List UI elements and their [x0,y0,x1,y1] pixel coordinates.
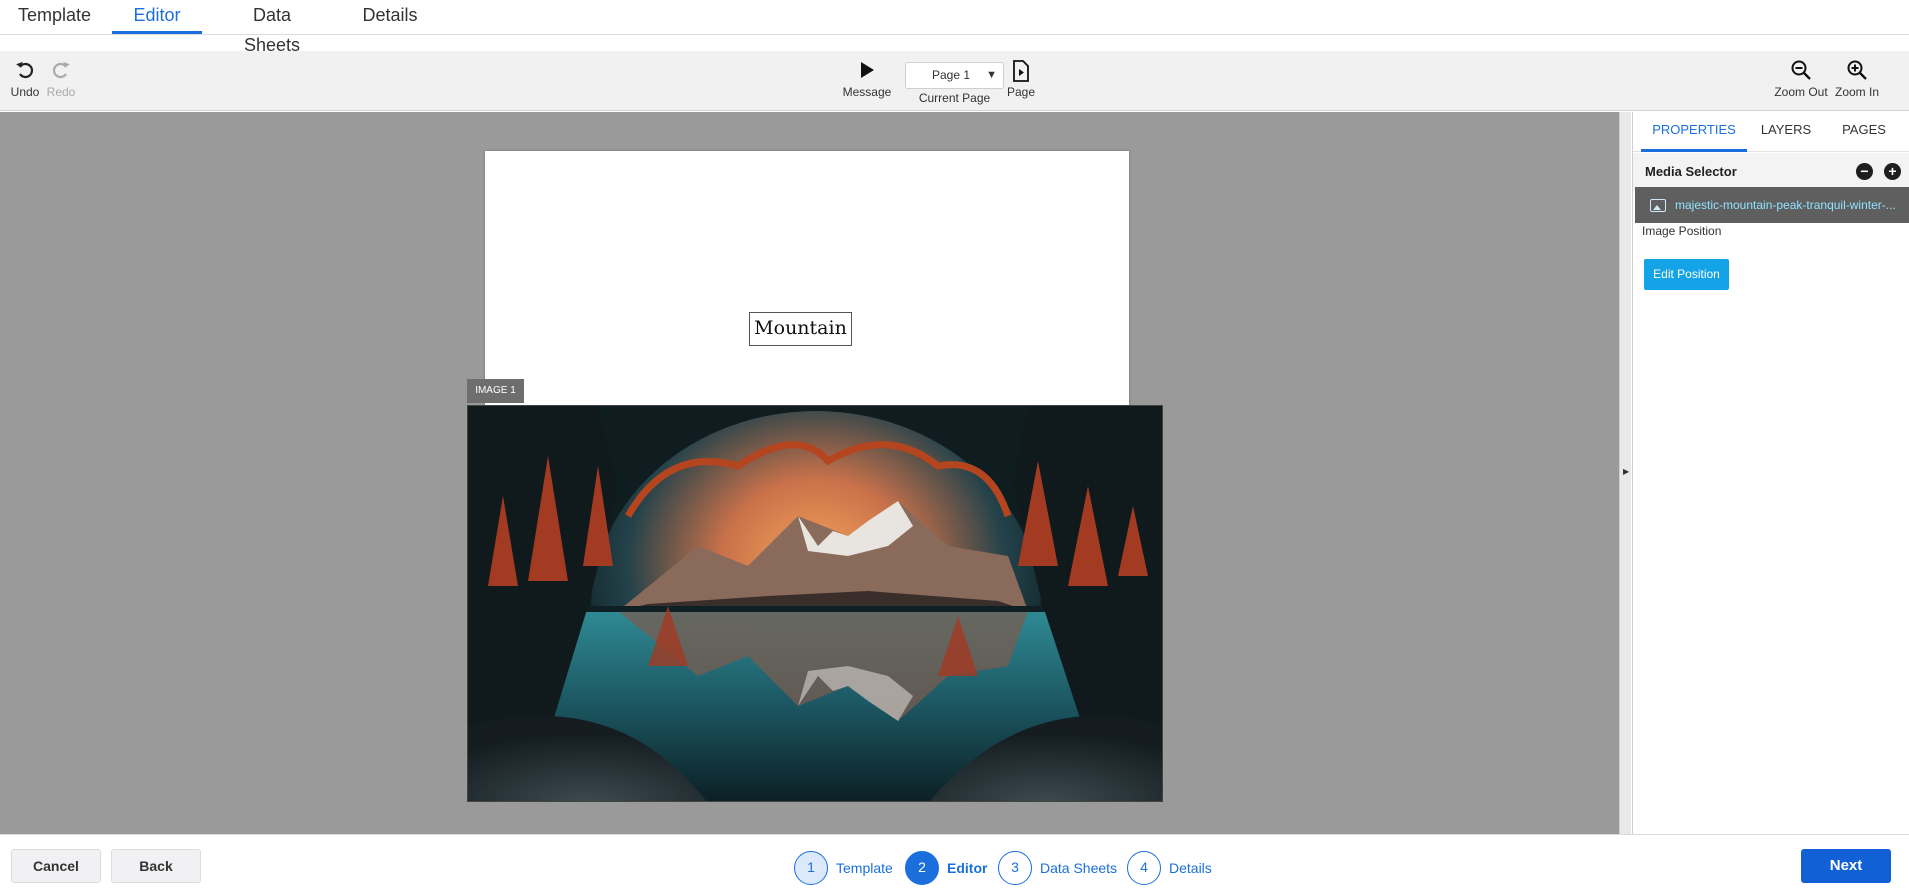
image-layer-tag: IMAGE 1 [467,379,524,403]
redo-button[interactable]: Redo [44,59,78,99]
page-preview-icon [1006,59,1036,85]
page-select-value: Page 1 [932,68,971,82]
step-number: 2 [905,851,939,885]
step-number: 3 [998,851,1032,885]
next-button[interactable]: Next [1801,849,1891,883]
redo-icon [44,59,78,85]
panel-tab-bar: PROPERTIES LAYERS PAGES [1633,112,1909,152]
page-select[interactable]: Page 1 ▼ [905,62,1004,89]
design-canvas[interactable]: Mountain IMAGE 1 [0,112,1619,834]
zoom-out-icon [1772,59,1830,85]
collapse-arrow-icon: ▶ [1623,467,1630,476]
step-label: Editor [947,860,988,876]
tab-editor[interactable]: Editor [112,0,202,34]
step-label: Template [836,860,893,876]
zoom-in-icon [1832,59,1882,85]
tab-data-sheets[interactable]: Data Sheets [224,0,320,55]
page-sheet[interactable]: Mountain [485,151,1129,407]
message-label: Message [842,85,892,99]
back-button[interactable]: Back [111,849,201,883]
image-element[interactable] [467,405,1163,802]
page-label: Page [1006,85,1036,99]
play-icon [840,59,894,85]
media-file-name: majestic-mountain-peak-tranquil-winter-.… [1675,198,1896,212]
undo-button[interactable]: Undo [8,59,42,99]
step-template[interactable]: 1 Template [794,851,894,885]
text-element-mountain[interactable]: Mountain [749,312,852,346]
edit-position-button[interactable]: Edit Position [1644,259,1729,290]
media-selector-title: Media Selector [1645,164,1737,179]
zoom-in-button[interactable]: Zoom In [1832,59,1882,99]
step-number: 4 [1127,851,1161,885]
message-button[interactable]: Message [840,59,894,99]
minus-circle-icon[interactable]: − [1856,163,1873,180]
zoom-out-label: Zoom Out [1774,85,1828,99]
plus-circle-icon[interactable]: + [1884,163,1901,180]
media-file-item[interactable]: majestic-mountain-peak-tranquil-winter-.… [1635,187,1909,223]
media-selector-header: Media Selector − + [1633,153,1909,191]
mountain-lake-image [468,406,1162,801]
top-tab-bar: Template Editor Data Sheets Details [0,0,1909,55]
zoom-out-button[interactable]: Zoom Out [1772,59,1830,99]
step-label: Data Sheets [1040,860,1118,876]
cancel-button[interactable]: Cancel [11,849,101,883]
step-editor[interactable]: 2 Editor [905,851,995,885]
step-details[interactable]: 4 Details [1127,851,1222,885]
panel-collapse-bar[interactable]: ▶ [1619,112,1631,834]
undo-icon [8,59,42,85]
tab-properties[interactable]: PROPERTIES [1641,122,1747,152]
tab-template[interactable]: Template [18,0,91,34]
tab-layers[interactable]: LAYERS [1755,122,1817,152]
properties-panel: PROPERTIES LAYERS PAGES Media Selector −… [1632,112,1909,834]
step-label: Details [1169,860,1212,876]
wizard-footer: Cancel Back 1 Template 2 Editor 3 Data S… [0,834,1909,889]
image-position-label: Image Position [1642,224,1722,238]
undo-label: Undo [10,85,40,99]
current-page-label: Current Page [918,91,991,105]
tab-details[interactable]: Details [360,0,420,34]
page-preview-button[interactable]: Page [1006,59,1036,99]
image-file-icon [1650,199,1666,212]
tab-pages[interactable]: PAGES [1833,122,1895,152]
step-number: 1 [794,851,828,885]
editor-toolbar: Undo Redo Message Page 1 ▼ Current Page … [0,51,1909,111]
zoom-in-label: Zoom In [1834,85,1879,99]
chevron-down-icon: ▼ [986,69,997,81]
step-data-sheets[interactable]: 3 Data Sheets [998,851,1117,885]
redo-label: Redo [46,85,76,99]
